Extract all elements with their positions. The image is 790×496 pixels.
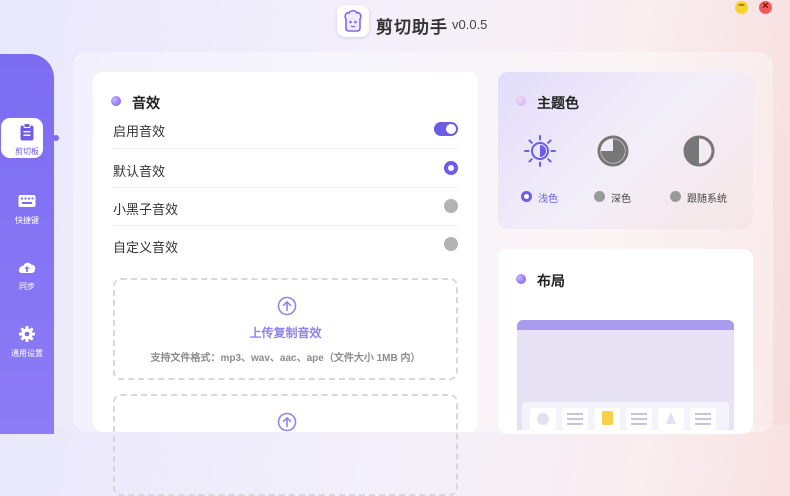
sidebar-item-label: 剪切板 bbox=[15, 147, 39, 156]
layout-preview-dock bbox=[522, 402, 729, 430]
theme-radio-system[interactable] bbox=[670, 191, 681, 202]
upload-arrow-icon bbox=[277, 296, 297, 316]
sidebar-item-shortcuts[interactable]: 快捷键 bbox=[0, 191, 54, 235]
enable-sound-toggle[interactable] bbox=[434, 122, 458, 136]
app-logo-icon bbox=[344, 9, 362, 32]
sound-option-label: 自定义音效 bbox=[113, 240, 179, 255]
section-dot-icon bbox=[516, 274, 526, 284]
sound-option-row[interactable]: 默认音效 bbox=[113, 149, 458, 188]
sidebar-item-label: 同步 bbox=[19, 282, 35, 291]
sound-settings-card: 音效 启用音效 默认音效 小黑子音效 自定义音效 上传复制音效 支持文件格式：m… bbox=[93, 72, 478, 496]
theme-radio-light[interactable] bbox=[521, 191, 532, 202]
sidebar-item-clipboard[interactable]: 剪切板 bbox=[0, 122, 54, 166]
enable-sound-row: 启用音效 bbox=[113, 110, 458, 149]
close-icon: × bbox=[762, 0, 769, 12]
clipboard-icon bbox=[20, 123, 34, 141]
upload-title: 上传复制音效 bbox=[249, 326, 322, 340]
sound-option-radio-xiaoheizi[interactable] bbox=[444, 199, 458, 213]
upload-copy-sound-dropzone[interactable]: 上传复制音效 支持文件格式：mp3、wav、aac、ape（文件大小 1MB 内… bbox=[113, 278, 458, 380]
sound-option-label: 小黑子音效 bbox=[113, 202, 179, 217]
sound-option-label: 默认音效 bbox=[113, 164, 166, 179]
enable-sound-label: 启用音效 bbox=[113, 124, 166, 139]
sound-option-row[interactable]: 小黑子音效 bbox=[113, 187, 458, 226]
upload-dropzone-secondary[interactable] bbox=[113, 394, 458, 496]
sound-option-row[interactable]: 自定义音效 bbox=[113, 225, 458, 263]
upload-format-hint: 支持文件格式：mp3、wav、aac、ape（文件大小 1MB 内） bbox=[150, 353, 421, 364]
sidebar-item-label: 快捷键 bbox=[15, 216, 39, 225]
sidebar-item-label: 通用设置 bbox=[11, 349, 43, 358]
moon-pie-icon[interactable] bbox=[596, 134, 630, 168]
layout-preview-dock-item bbox=[594, 408, 620, 430]
keyboard-icon bbox=[18, 195, 36, 207]
layout-preview[interactable] bbox=[517, 320, 734, 430]
close-button[interactable]: × bbox=[759, 0, 772, 14]
minimize-icon: – bbox=[738, 0, 745, 11]
layout-preview-dock-item bbox=[626, 408, 652, 430]
upload-arrow-icon bbox=[277, 412, 297, 432]
half-circle-icon[interactable] bbox=[682, 134, 716, 168]
app-logo bbox=[337, 5, 369, 37]
sound-option-radio-custom[interactable] bbox=[444, 237, 458, 251]
title-bar: 剪切助手 v0.0.5 – × bbox=[0, 0, 790, 46]
layout-preview-dock-item bbox=[690, 408, 716, 430]
sidebar-item-sync[interactable]: 同步 bbox=[0, 257, 54, 301]
app-title: 剪切助手 bbox=[376, 18, 448, 37]
layout-preview-dock-item bbox=[658, 408, 684, 430]
minimize-button[interactable]: – bbox=[735, 0, 748, 14]
theme-section-title: 主题色 bbox=[537, 95, 579, 111]
app-version: v0.0.5 bbox=[452, 17, 488, 32]
sidebar-item-general-settings[interactable]: 通用设置 bbox=[0, 324, 54, 368]
layout-preview-dock-item bbox=[530, 408, 556, 430]
sidebar: 剪切板 快捷键 同步 通用设置 bbox=[0, 54, 54, 434]
sound-option-radio-default[interactable] bbox=[444, 161, 458, 175]
layout-section-title: 布局 bbox=[537, 273, 565, 289]
toggle-knob bbox=[446, 124, 456, 134]
layout-preview-header bbox=[517, 320, 734, 330]
layout-preview-dock-item bbox=[562, 408, 588, 430]
cloud-upload-icon bbox=[18, 262, 36, 273]
sidebar-indicator-dot bbox=[53, 135, 59, 141]
theme-option-label: 跟随系统 bbox=[687, 194, 727, 205]
section-dot-icon bbox=[111, 96, 121, 106]
section-dot-icon bbox=[516, 96, 526, 106]
sun-icon[interactable] bbox=[523, 134, 557, 168]
gear-icon bbox=[19, 326, 35, 342]
theme-radio-dark[interactable] bbox=[594, 191, 605, 202]
theme-option-label: 深色 bbox=[611, 194, 631, 205]
theme-option-label: 浅色 bbox=[538, 194, 558, 205]
